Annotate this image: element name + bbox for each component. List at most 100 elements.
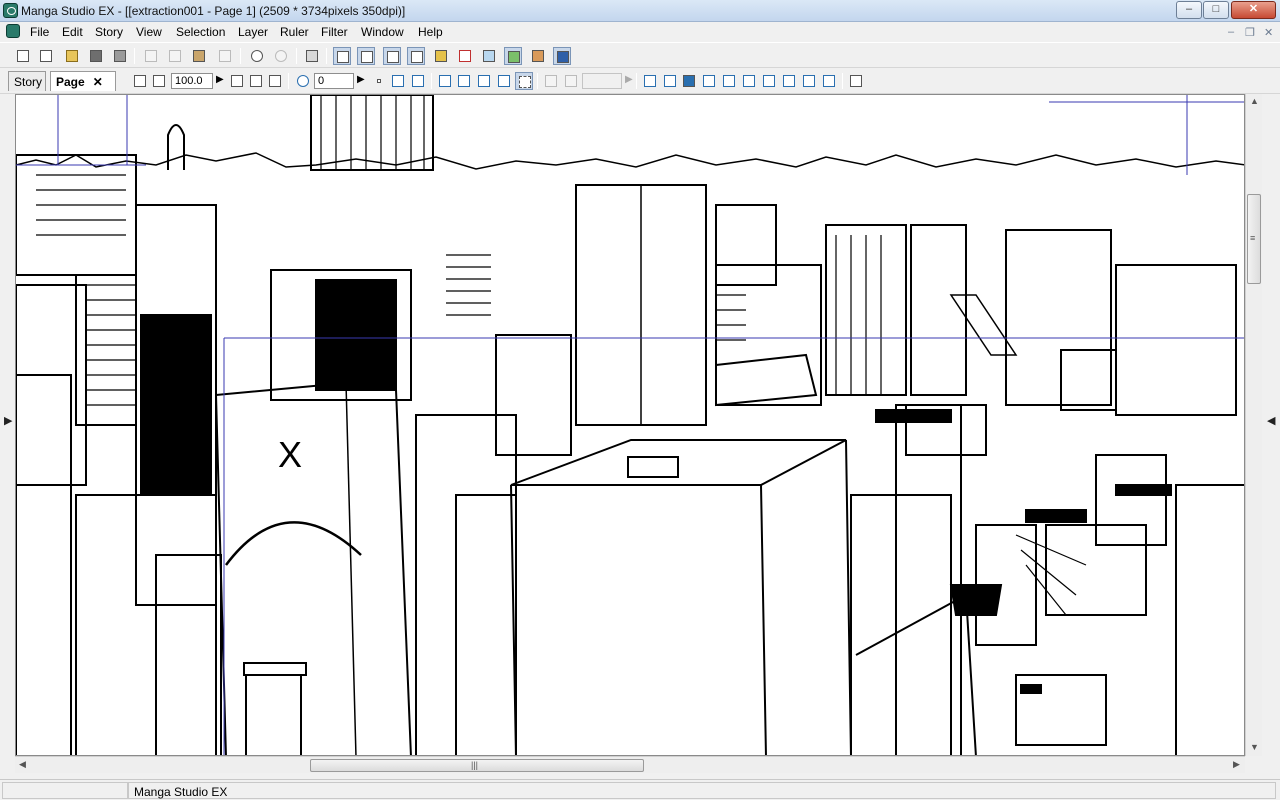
tab-story-label: Story	[14, 75, 43, 89]
menu-window[interactable]: Window	[361, 25, 404, 39]
mdi-minimize-button[interactable]: –	[1228, 26, 1234, 38]
transform-icon[interactable]	[455, 72, 473, 90]
flip-vertical-icon[interactable]	[409, 72, 427, 90]
menu-filter[interactable]: Filter	[321, 25, 348, 39]
status-cell-empty	[2, 782, 128, 799]
save-all-icon[interactable]	[111, 47, 129, 65]
layout-view-icon[interactable]	[333, 47, 351, 65]
guide-icon[interactable]	[436, 72, 454, 90]
page-toolbar: Story Page ✕ 100.0 ▶ 0 ▶ ▶	[0, 68, 1280, 94]
undo-icon[interactable]	[248, 47, 266, 65]
horizontal-scroll-thumb[interactable]: |||	[310, 759, 644, 772]
triangle-ruler-icon[interactable]	[661, 72, 679, 90]
grid-icon[interactable]	[800, 72, 818, 90]
shape-icon[interactable]	[680, 72, 698, 90]
mdi-close-button[interactable]: ✕	[1264, 26, 1273, 39]
radial-line-icon[interactable]	[780, 72, 798, 90]
disabled-dropdown-icon: ▶	[625, 74, 633, 85]
layout-view2-icon[interactable]	[357, 47, 375, 65]
properties-icon[interactable]	[432, 47, 450, 65]
edit-icon[interactable]	[456, 47, 474, 65]
app-icon[interactable]	[3, 3, 18, 18]
speed-line-icon[interactable]	[720, 72, 738, 90]
delete-icon[interactable]	[216, 47, 234, 65]
zoom-input[interactable]: 100.0	[171, 73, 213, 89]
new-story-icon[interactable]	[37, 47, 55, 65]
layer-prop2-icon[interactable]	[562, 72, 580, 90]
menu-help[interactable]: Help	[418, 25, 443, 39]
flip-horizontal-icon[interactable]	[389, 72, 407, 90]
minimize-button[interactable]: –	[1176, 1, 1202, 19]
horizontal-grip-icon: |||	[471, 760, 479, 770]
layout-view4-icon[interactable]	[407, 47, 425, 65]
layout-view3-icon[interactable]	[383, 47, 401, 65]
annotation-x-mark: X	[278, 434, 302, 475]
fit-page-icon[interactable]	[228, 72, 246, 90]
window-title: Manga Studio EX - [[extraction001 - Page…	[21, 4, 406, 18]
vertical-grip-icon: ≡	[1250, 233, 1256, 243]
menu-view[interactable]: View	[136, 25, 162, 39]
rotate-input[interactable]: 0	[314, 73, 354, 89]
scroll-left-icon[interactable]: ◀	[19, 759, 26, 770]
print-icon[interactable]	[303, 47, 321, 65]
concentric-icon[interactable]	[760, 72, 778, 90]
page-layout-icon[interactable]	[150, 72, 168, 90]
menu-story[interactable]: Story	[95, 25, 123, 39]
maximize-button[interactable]: □	[1203, 1, 1229, 19]
panel-toggle-icon[interactable]	[847, 72, 865, 90]
paste-icon[interactable]	[190, 47, 208, 65]
navigator-icon[interactable]	[480, 47, 498, 65]
vertical-scroll-thumb[interactable]: ≡	[1247, 194, 1261, 284]
page-nav-icon[interactable]	[131, 72, 149, 90]
open-folder-icon[interactable]	[63, 47, 81, 65]
menu-ruler[interactable]: Ruler	[280, 25, 309, 39]
document-icon[interactable]	[6, 24, 20, 38]
vertical-scrollbar[interactable]: ▲ ≡ ▼	[1245, 94, 1262, 756]
copy-icon[interactable]	[166, 47, 184, 65]
rotate-icon[interactable]	[294, 72, 312, 90]
reset-rotate-icon[interactable]	[370, 72, 388, 90]
menu-layer[interactable]: Layer	[238, 25, 268, 39]
disabled-field	[582, 73, 622, 89]
selection-frame-icon[interactable]	[515, 72, 533, 90]
scroll-up-icon[interactable]: ▲	[1250, 96, 1259, 106]
pen-icon[interactable]	[641, 72, 659, 90]
horizontal-scrollbar[interactable]: ◀ ||| ▶	[15, 756, 1245, 773]
menu-selection[interactable]: Selection	[176, 25, 225, 39]
actual-size-icon[interactable]	[266, 72, 284, 90]
mdi-restore-button[interactable]: ❐	[1245, 26, 1255, 39]
rotate-dropdown-icon[interactable]: ▶	[357, 74, 365, 85]
zoom-dropdown-icon[interactable]: ▶	[216, 74, 224, 85]
perspective-icon[interactable]	[475, 72, 493, 90]
close-button[interactable]: ✕	[1231, 1, 1276, 19]
ruler-snap-icon[interactable]	[495, 72, 513, 90]
color-palette-icon[interactable]	[504, 47, 522, 65]
redo-icon[interactable]	[272, 47, 290, 65]
status-bar: Manga Studio EX	[0, 779, 1280, 800]
cut-icon[interactable]	[142, 47, 160, 65]
save-icon[interactable]	[87, 47, 105, 65]
main-toolbar	[0, 42, 1280, 68]
fit-width-icon[interactable]	[247, 72, 265, 90]
tab-story[interactable]: Story	[8, 71, 46, 91]
effect-icon[interactable]	[700, 72, 718, 90]
parallel-line-icon[interactable]	[740, 72, 758, 90]
title-bar: Manga Studio EX - [[extraction001 - Page…	[0, 0, 1280, 22]
menu-edit[interactable]: Edit	[62, 25, 83, 39]
tab-close-icon[interactable]: ✕	[93, 75, 103, 89]
scroll-right-icon[interactable]: ▶	[1233, 759, 1240, 770]
right-panel-handle[interactable]: ◀	[1267, 414, 1275, 427]
status-text: Manga Studio EX	[128, 782, 1276, 799]
new-page-icon[interactable]	[14, 47, 32, 65]
layer-prop-icon[interactable]	[542, 72, 560, 90]
menu-file[interactable]: File	[30, 25, 49, 39]
scroll-down-icon[interactable]: ▼	[1250, 742, 1259, 752]
tab-page[interactable]: Page ✕	[50, 71, 116, 91]
left-panel-handle[interactable]: ▶	[4, 414, 12, 427]
drawing-canvas[interactable]: X	[15, 94, 1245, 756]
preview-icon[interactable]	[553, 47, 571, 65]
menu-bar: File Edit Story View Selection Layer Rul…	[0, 22, 1280, 42]
grid2-icon[interactable]	[820, 72, 838, 90]
tab-page-label: Page	[56, 75, 85, 89]
materials-icon[interactable]	[529, 47, 547, 65]
